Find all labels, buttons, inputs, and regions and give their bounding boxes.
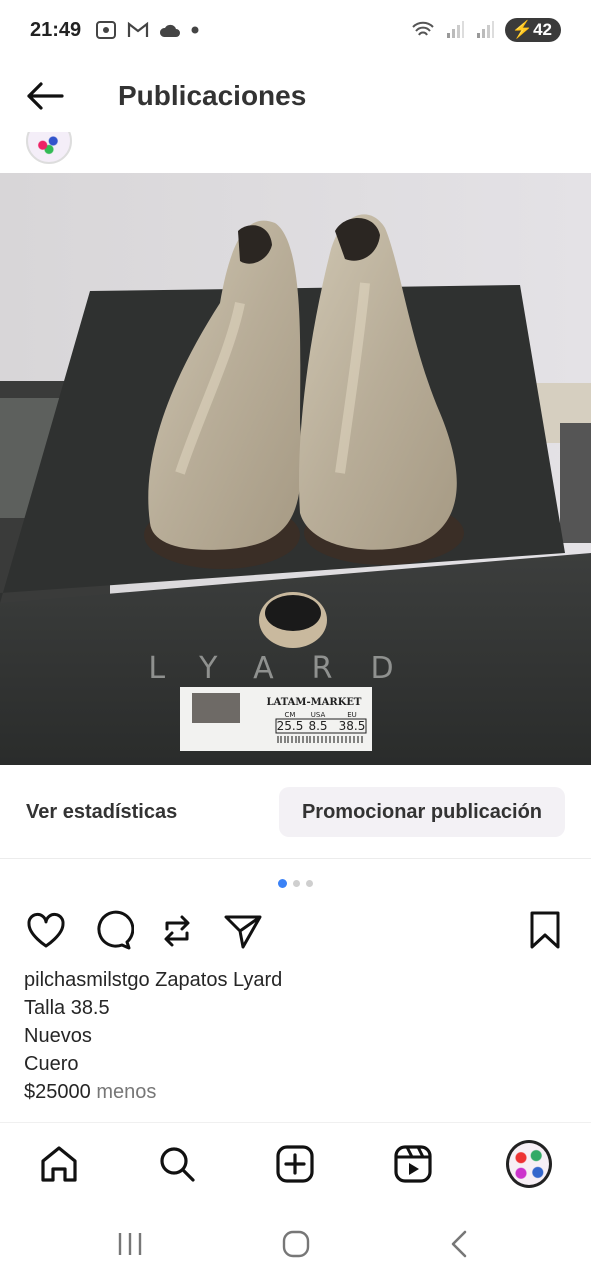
promote-post-button[interactable]: Promocionar publicación xyxy=(279,787,565,837)
carousel-dot xyxy=(306,880,313,887)
box-brand-text: LYARD xyxy=(148,651,431,686)
label-col-eu: EU xyxy=(347,711,357,719)
caption-username[interactable]: pilchasmilstgo xyxy=(24,969,150,991)
save-button[interactable] xyxy=(523,909,567,953)
caption-line: Cuero xyxy=(24,1053,79,1075)
recents-icon xyxy=(118,1233,142,1255)
label-col-usa: USA xyxy=(311,711,326,719)
back-button[interactable] xyxy=(10,60,80,132)
nav-home[interactable] xyxy=(36,1141,82,1187)
post-owner-actions: Ver estadísticas Promocionar publicación xyxy=(0,765,591,859)
arrow-left-icon xyxy=(27,82,64,110)
carousel-dot xyxy=(293,880,300,887)
post-action-bar xyxy=(0,905,591,955)
post-author-row xyxy=(0,132,591,172)
caption-line: Talla 38.5 xyxy=(24,997,110,1019)
home-icon xyxy=(41,1146,77,1182)
shoes-photo: LYARD LATAM-MARKET CM USA EU 25.5 8.5 38… xyxy=(0,173,591,765)
caption-line: Nuevos xyxy=(24,1025,92,1047)
bottom-nav xyxy=(0,1122,591,1204)
chevron-left-icon xyxy=(451,1230,467,1258)
battery-icon: ⚡42 xyxy=(504,18,561,42)
home-circle-icon xyxy=(282,1230,310,1258)
battery-level: 42 xyxy=(533,20,552,39)
search-icon xyxy=(160,1147,195,1182)
label-val-eu: 38.5 xyxy=(339,719,366,733)
nav-profile[interactable] xyxy=(506,1140,552,1188)
status-bar: 21:49 ⚡42 xyxy=(0,0,591,60)
heart-icon xyxy=(27,913,65,948)
back-nav-button[interactable] xyxy=(440,1224,480,1264)
label-col-cm: CM xyxy=(285,711,296,719)
status-time: 21:49 xyxy=(30,18,82,41)
send-icon xyxy=(224,915,262,949)
caption-first-line: pilchasmilstgo Zapatos Lyard xyxy=(24,966,569,994)
caption-more-link[interactable]: menos xyxy=(96,1081,156,1103)
system-nav-bar xyxy=(0,1204,591,1280)
like-button[interactable] xyxy=(24,909,68,953)
wifi-icon xyxy=(412,21,434,36)
caption-price-line: $25000 menos xyxy=(24,1078,569,1106)
view-insights-link[interactable]: Ver estadísticas xyxy=(26,801,177,824)
bookmark-icon xyxy=(530,911,560,949)
repost-button[interactable] xyxy=(155,909,199,953)
label-val-usa: 8.5 xyxy=(308,719,327,733)
notification-icons xyxy=(95,20,199,40)
share-button[interactable] xyxy=(221,909,265,953)
post-caption: pilchasmilstgo Zapatos Lyard Talla 38.5 … xyxy=(24,966,569,1106)
profile-avatar xyxy=(506,1140,552,1188)
dot-icon xyxy=(191,26,199,34)
author-avatar[interactable] xyxy=(26,132,72,164)
app-header: Publicaciones xyxy=(0,60,591,132)
post-image[interactable]: LYARD LATAM-MARKET CM USA EU 25.5 8.5 38… xyxy=(0,173,591,765)
page-title: Publicaciones xyxy=(118,80,307,111)
nav-search[interactable] xyxy=(154,1141,200,1187)
recents-button[interactable] xyxy=(110,1224,150,1264)
gmail-icon xyxy=(128,21,149,37)
caption-price: $25000 xyxy=(24,1081,91,1103)
nav-create[interactable] xyxy=(272,1141,318,1187)
comment-button[interactable] xyxy=(90,909,135,953)
label-title: LATAM-MARKET xyxy=(266,697,362,708)
caption-title: Zapatos Lyard xyxy=(155,969,283,991)
signal-icon xyxy=(446,21,464,38)
repost-icon xyxy=(164,915,190,947)
carousel-dot-active xyxy=(278,879,287,888)
reels-icon xyxy=(394,1145,432,1183)
signal-icon xyxy=(476,21,494,38)
label-val-cm: 25.5 xyxy=(277,719,304,733)
cloud-icon xyxy=(160,24,181,37)
home-button[interactable] xyxy=(276,1224,316,1264)
carousel-indicator xyxy=(0,878,591,890)
screenshot-icon xyxy=(96,21,117,39)
comment-icon xyxy=(97,910,135,950)
create-icon xyxy=(276,1145,314,1183)
nav-reels[interactable] xyxy=(390,1141,436,1187)
